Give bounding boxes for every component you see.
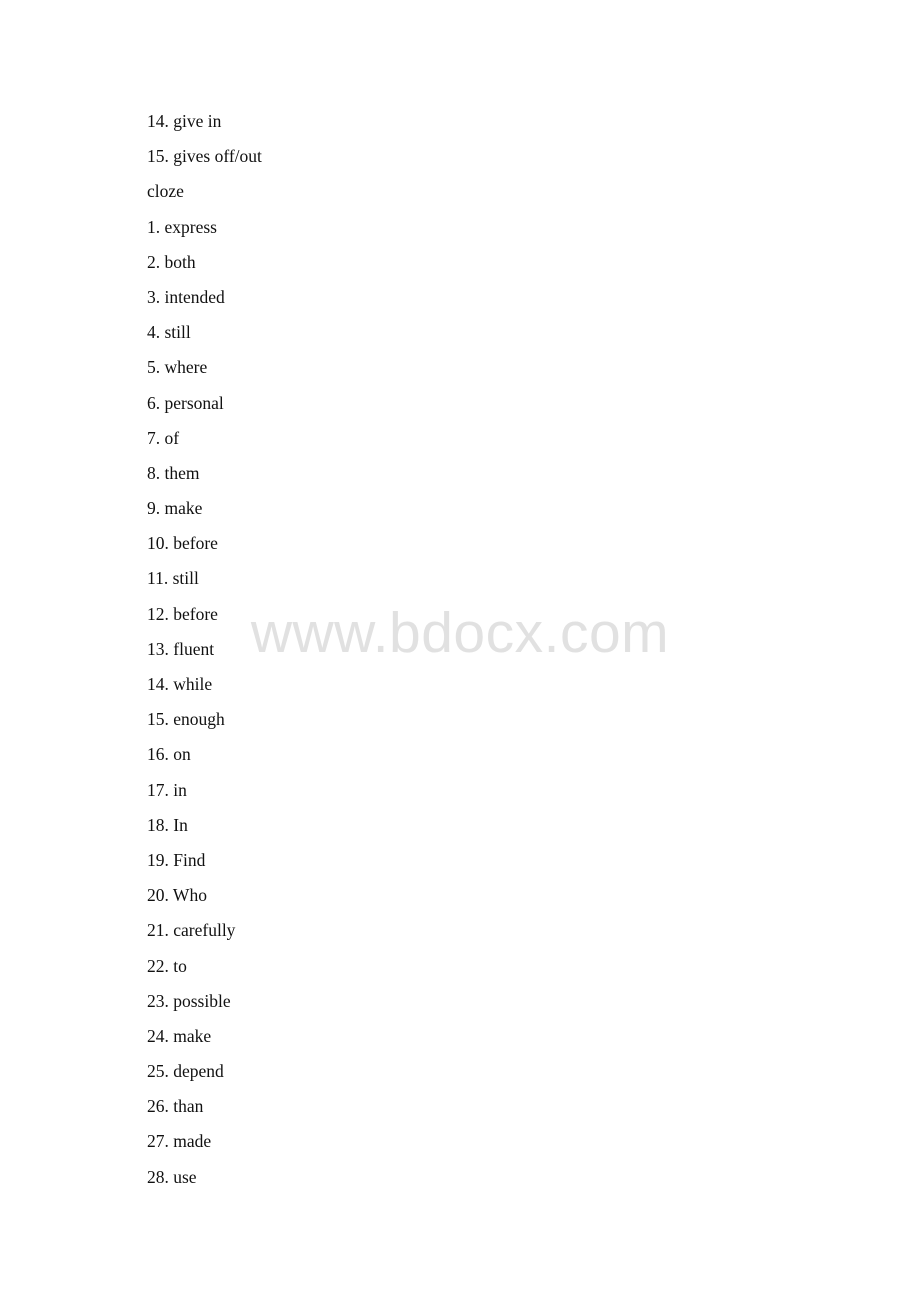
answer-line: 17. in [147,779,187,800]
answer-line: 6. personal [147,392,224,413]
watermark: www.bdocx.com [250,601,670,665]
answer-line: 26. than [147,1096,204,1117]
answer-line: 23. possible [147,990,231,1011]
answer-line: 4. still [147,322,191,343]
answer-line: 8. them [147,462,200,483]
answer-line: 19. Find [147,849,206,870]
answer-line: 3. intended [147,286,225,307]
answer-line: 24. make [147,1025,212,1046]
answer-line: 15. gives off/out [147,146,262,167]
answer-line: 10. before [147,533,218,554]
answer-line: 28. use [147,1166,197,1187]
answer-list: 14. give in 15. gives off/out cloze 1. expr… [147,110,262,1201]
answer-line: 12. before [147,603,218,624]
answer-line: 14. give in [147,111,222,131]
answer-line: 9. make [147,498,203,519]
answer-line: 25. depend [147,1061,224,1082]
answer-line: 2. both [147,251,196,272]
answer-line: 22. to [147,955,187,976]
answer-line: 7. of [147,427,180,448]
answer-line: 21. carefully [147,920,236,941]
answer-line: 11. still [147,568,199,589]
answer-line: 15. enough [147,709,225,730]
answer-line: 14. while [147,674,213,694]
answer-line: 16. on [147,744,191,765]
answer-line: 18. In [147,814,188,835]
section-heading-cloze: cloze [147,181,184,202]
document-page: 14. give in 15. gives off/out cloze 1. expr… [0,0,920,1302]
answer-line: 20. Who [147,885,207,906]
answer-line: 1. express [147,216,217,237]
answer-line: 5. where [147,357,208,378]
answer-line: 27. made [147,1131,212,1152]
answer-line: 13. fluent [147,638,215,659]
